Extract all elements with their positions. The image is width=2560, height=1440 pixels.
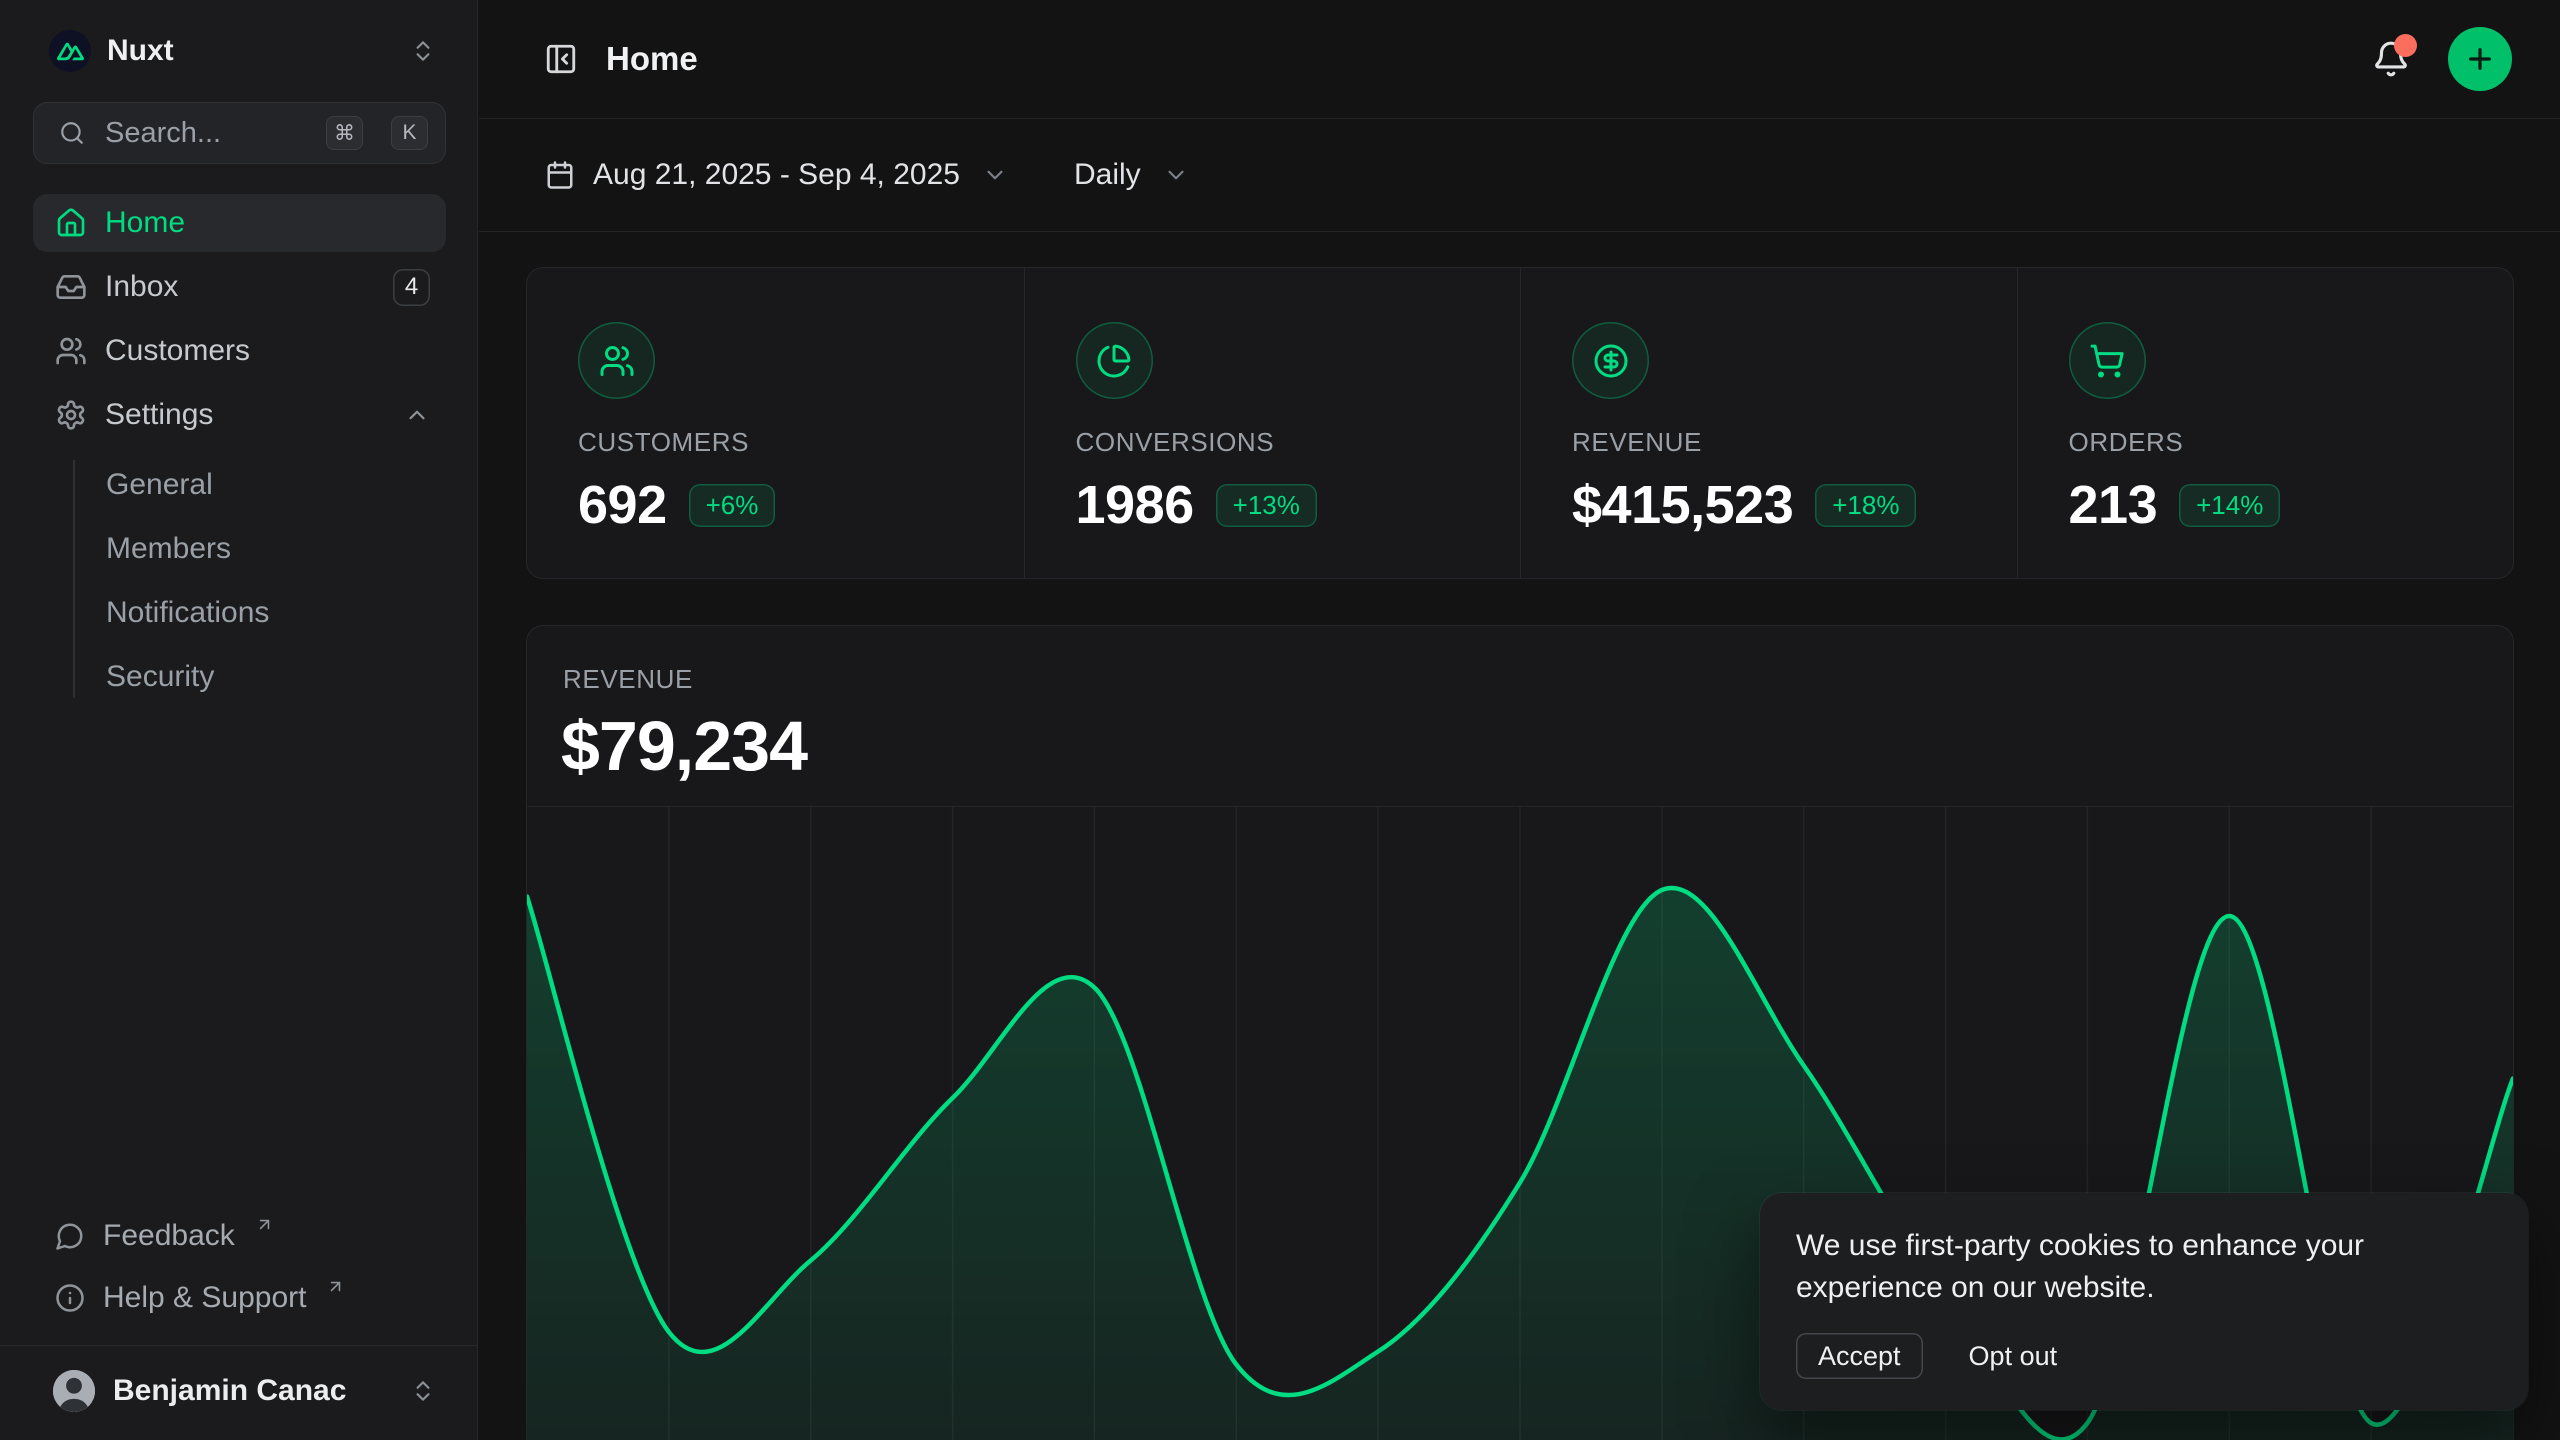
avatar xyxy=(53,1370,95,1412)
info-icon xyxy=(55,1283,85,1313)
sidebar-item-label: Settings xyxy=(105,398,213,432)
stat-label: ORDERS xyxy=(2069,427,2484,458)
message-circle-icon xyxy=(55,1221,85,1251)
notification-dot xyxy=(2394,34,2417,57)
inbox-count-badge: 4 xyxy=(393,269,430,306)
sidebar-item-label: Customers xyxy=(105,334,250,368)
sidebar-item-label: Home xyxy=(105,206,185,240)
external-link-arrow-icon xyxy=(326,1277,345,1296)
kbd-meta: ⌘ xyxy=(326,116,363,150)
external-link-arrow-icon xyxy=(255,1215,274,1234)
sidebar-item-settings[interactable]: Settings xyxy=(33,386,446,444)
interval-select[interactable]: Daily xyxy=(1074,158,1189,192)
workspace-name: Nuxt xyxy=(107,34,174,68)
collapse-sidebar-button[interactable] xyxy=(544,42,578,76)
opt-out-button[interactable]: Opt out xyxy=(1969,1341,2058,1372)
sidebar-footer: Feedback Help & Support Benjamin xyxy=(33,1205,446,1426)
feedback-link[interactable]: Feedback xyxy=(33,1205,446,1267)
user-name: Benjamin Canac xyxy=(113,1374,346,1408)
app-window: Nuxt Search... ⌘ K Home xyxy=(0,0,2560,1440)
footer-link-label: Feedback xyxy=(103,1219,235,1253)
sidebar-item-home[interactable]: Home xyxy=(33,194,446,252)
search-input[interactable]: Search... ⌘ K xyxy=(33,102,446,164)
page-header: Home xyxy=(479,0,2560,119)
workspace-switcher[interactable]: Nuxt xyxy=(33,22,446,80)
stat-value: 1986 xyxy=(1076,474,1194,536)
sidebar-item-members[interactable]: Members xyxy=(33,520,446,578)
circle-dollar-icon xyxy=(1572,322,1649,399)
chevron-up-icon xyxy=(404,402,430,428)
kbd-k: K xyxy=(391,116,428,150)
gear-icon xyxy=(55,399,87,431)
accept-button[interactable]: Accept xyxy=(1796,1333,1923,1379)
stat-delta-badge: +14% xyxy=(2179,484,2280,527)
sidebar-item-customers[interactable]: Customers xyxy=(33,322,446,380)
stats-card: CUSTOMERS 692 +6% CONVERSIONS 1986 +13% xyxy=(527,268,2513,578)
cookie-message: We use first-party cookies to enhance yo… xyxy=(1796,1225,2416,1309)
add-button[interactable] xyxy=(2448,27,2512,91)
cookie-banner: We use first-party cookies to enhance yo… xyxy=(1760,1193,2528,1410)
chart-pie-icon xyxy=(1076,322,1153,399)
users-icon xyxy=(55,335,87,367)
stat-revenue[interactable]: REVENUE $415,523 +18% xyxy=(1520,268,2017,578)
home-icon xyxy=(55,207,87,239)
stat-label: REVENUE xyxy=(1572,427,1987,458)
sidebar-menu: Home Inbox 4 Customers Settings xyxy=(33,194,446,708)
settings-subtree: General Members Notifications Security xyxy=(33,450,446,708)
page-title: Home xyxy=(606,40,698,78)
header-actions xyxy=(2372,27,2512,91)
date-range-button[interactable]: Aug 21, 2025 - Sep 4, 2025 xyxy=(545,158,1008,192)
footer-link-label: Help & Support xyxy=(103,1281,306,1315)
stat-conversions[interactable]: CONVERSIONS 1986 +13% xyxy=(1024,268,1521,578)
chevrons-up-down-icon xyxy=(410,1378,436,1404)
stat-delta-badge: +18% xyxy=(1815,484,1916,527)
inbox-icon xyxy=(55,271,87,303)
stat-value: $415,523 xyxy=(1572,474,1793,536)
stat-value: 692 xyxy=(578,474,667,536)
revenue-chart-label: REVENUE xyxy=(563,664,693,695)
cookie-actions: Accept Opt out xyxy=(1796,1333,2492,1379)
revenue-chart-value: $79,234 xyxy=(561,706,807,786)
notifications-button[interactable] xyxy=(2372,40,2410,78)
date-range-value: Aug 21, 2025 - Sep 4, 2025 xyxy=(593,158,960,192)
plus-icon xyxy=(2464,43,2496,75)
search-icon xyxy=(59,120,85,146)
chevron-down-icon xyxy=(1163,162,1189,188)
chevron-down-icon xyxy=(982,162,1008,188)
nuxt-logo-icon xyxy=(49,30,91,72)
users-icon xyxy=(578,322,655,399)
chevrons-up-down-icon xyxy=(410,38,436,64)
stat-delta-badge: +6% xyxy=(689,484,776,527)
shopping-cart-icon xyxy=(2069,322,2146,399)
stat-delta-badge: +13% xyxy=(1216,484,1317,527)
help-support-link[interactable]: Help & Support xyxy=(33,1267,446,1329)
sidebar: Nuxt Search... ⌘ K Home xyxy=(0,0,478,1440)
filters-toolbar: Aug 21, 2025 - Sep 4, 2025 Daily xyxy=(479,119,2560,232)
sidebar-item-general[interactable]: General xyxy=(33,456,446,514)
sidebar-divider xyxy=(0,1345,477,1346)
sidebar-item-security[interactable]: Security xyxy=(33,648,446,706)
stat-label: CONVERSIONS xyxy=(1076,427,1491,458)
stat-label: CUSTOMERS xyxy=(578,427,994,458)
sidebar-item-inbox[interactable]: Inbox 4 xyxy=(33,258,446,316)
search-placeholder: Search... xyxy=(105,117,306,150)
user-menu-button[interactable]: Benjamin Canac xyxy=(33,1356,446,1426)
sidebar-item-label: Inbox xyxy=(105,270,178,304)
stat-orders[interactable]: ORDERS 213 +14% xyxy=(2017,268,2514,578)
interval-value: Daily xyxy=(1074,158,1141,192)
sidebar-item-notifications[interactable]: Notifications xyxy=(33,584,446,642)
calendar-icon xyxy=(545,160,575,190)
stat-customers[interactable]: CUSTOMERS 692 +6% xyxy=(527,268,1024,578)
stat-value: 213 xyxy=(2069,474,2158,536)
